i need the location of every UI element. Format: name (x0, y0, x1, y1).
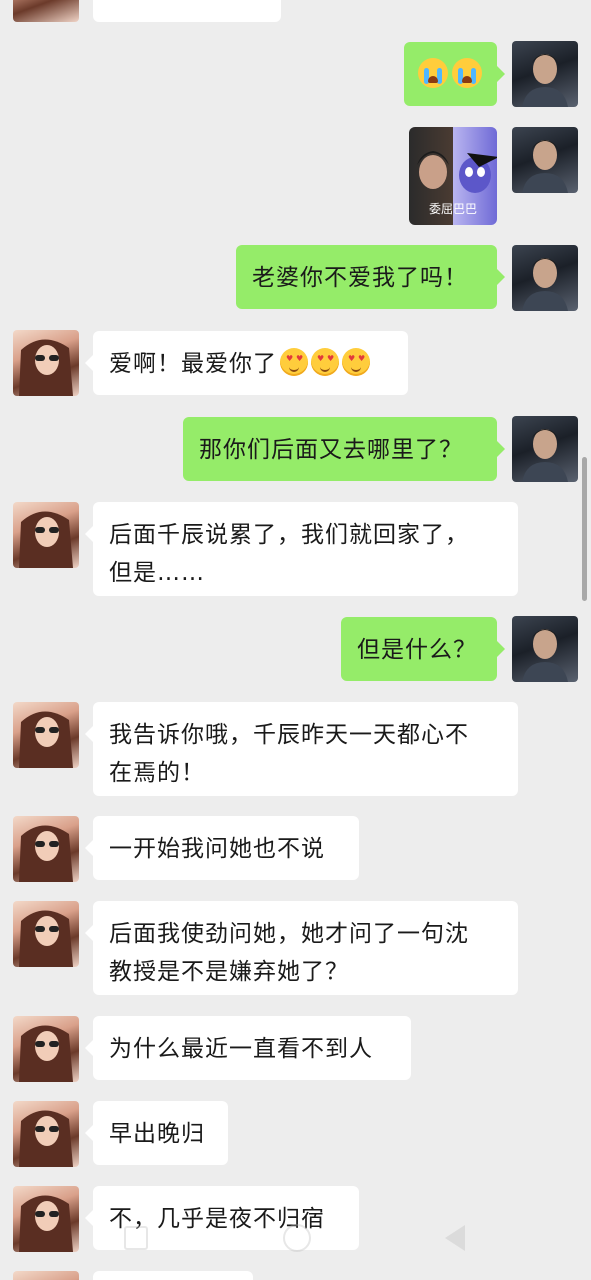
message-bubble-received[interactable]: 爱啊！最爱你了 ♥ ♥ ♥ ♥ ♥ ♥ (85, 331, 408, 395)
contact-avatar[interactable] (13, 1101, 79, 1167)
message-bubble-received[interactable]: 后面千辰说累了，我们就回家了， 但是…… (85, 502, 518, 596)
message-text-line: 教授是不是嫌弃她了？ (109, 959, 349, 985)
sticker-image[interactable]: 委屈巴巴 (409, 127, 497, 225)
message-text: 早出晚归 (109, 1121, 205, 1147)
sticker-caption: 委屈巴巴 (428, 202, 477, 216)
contact-avatar[interactable] (13, 0, 79, 22)
message-bubble-sent[interactable]: 老婆你不爱我了吗！ (236, 245, 505, 309)
my-avatar[interactable] (512, 127, 578, 193)
message-text-line: 但是…… (109, 560, 205, 586)
message-text: 那你们后面又去哪里了？ (199, 437, 463, 463)
system-navigation-bar (0, 1218, 591, 1258)
message-bubble-sent[interactable]: 那你们后面又去哪里了？ (183, 417, 505, 481)
scrollbar[interactable] (582, 457, 587, 601)
recent-apps-icon[interactable] (124, 1226, 148, 1250)
smiling-face-with-heart-eyes-icon: ♥ ♥ (280, 348, 308, 376)
home-icon[interactable] (283, 1224, 311, 1252)
message-text-line: 在焉的！ (109, 760, 205, 786)
back-icon[interactable] (445, 1225, 465, 1251)
message-bubble-received-clipped[interactable] (93, 1271, 253, 1280)
contact-avatar[interactable] (13, 330, 79, 396)
loudly-crying-face-icon (452, 58, 482, 88)
message-text-line: 后面千辰说累了，我们就回家了， (109, 522, 469, 548)
loudly-crying-face-icon (418, 58, 448, 88)
message-bubble-clipped (93, 0, 281, 22)
message-text: 爱啊！最爱你了 (109, 351, 277, 377)
message-text: 老婆你不爱我了吗！ (252, 265, 468, 291)
message-bubble-received[interactable]: 为什么最近一直看不到人 (85, 1016, 411, 1080)
message-bubble-received[interactable]: 早出晚归 (85, 1101, 228, 1165)
contact-avatar[interactable] (13, 502, 79, 568)
message-text: 一开始我问她也不说 (109, 836, 325, 862)
contact-avatar[interactable] (13, 901, 79, 967)
my-avatar[interactable] (512, 616, 578, 682)
contact-avatar[interactable] (13, 1271, 79, 1280)
contact-avatar[interactable] (13, 702, 79, 768)
contact-avatar[interactable] (13, 1016, 79, 1082)
my-avatar[interactable] (512, 416, 578, 482)
message-text: 但是什么？ (357, 637, 477, 663)
smiling-face-with-heart-eyes-icon: ♥ ♥ (311, 348, 339, 376)
message-bubble-received[interactable]: 一开始我问她也不说 (85, 816, 359, 880)
smiling-face-with-heart-eyes-icon: ♥ ♥ (342, 348, 370, 376)
contact-avatar[interactable] (13, 816, 79, 882)
chat-window: 委屈巴巴 老婆你不爱我了吗！ 爱啊！最爱你了 ♥ ♥ ♥ ♥ ♥ ♥ 那你们后面又去哪里了？… (0, 0, 591, 1280)
message-bubble-sent[interactable]: 但是什么？ (341, 617, 505, 681)
my-avatar[interactable] (512, 41, 578, 107)
message-text-line: 后面我使劲问她，她才问了一句沈 (109, 921, 469, 947)
message-bubble-received[interactable]: 后面我使劲问她，她才问了一句沈 教授是不是嫌弃她了？ (85, 901, 518, 995)
message-text: 为什么最近一直看不到人 (109, 1036, 373, 1062)
message-bubble-received[interactable]: 我告诉你哦，千辰昨天一天都心不 在焉的！ (85, 702, 518, 796)
message-bubble-sent[interactable] (404, 42, 505, 106)
my-avatar[interactable] (512, 245, 578, 311)
message-text-line: 我告诉你哦，千辰昨天一天都心不 (109, 722, 469, 748)
